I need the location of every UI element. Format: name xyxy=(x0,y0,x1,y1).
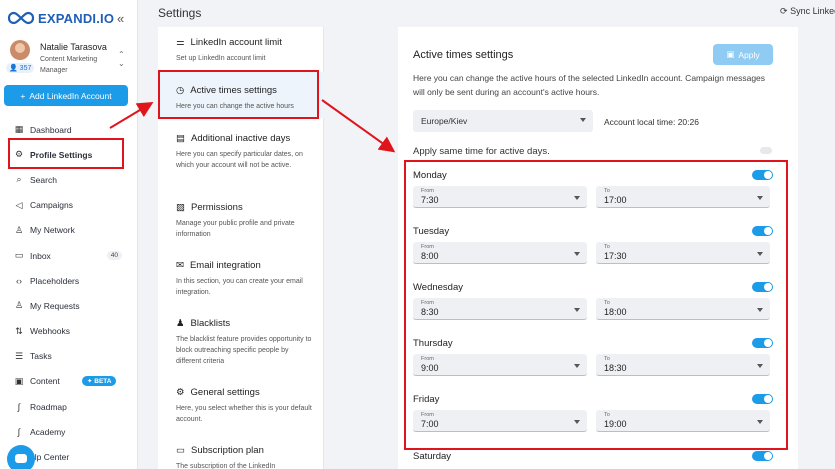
app-window: EXPANDI.IO « 👤 357 Natalie Tarasova Cont… xyxy=(0,0,835,469)
arrow-to-active-times xyxy=(109,101,154,129)
arrow-to-days xyxy=(321,99,396,153)
annotation-arrows xyxy=(109,99,396,153)
